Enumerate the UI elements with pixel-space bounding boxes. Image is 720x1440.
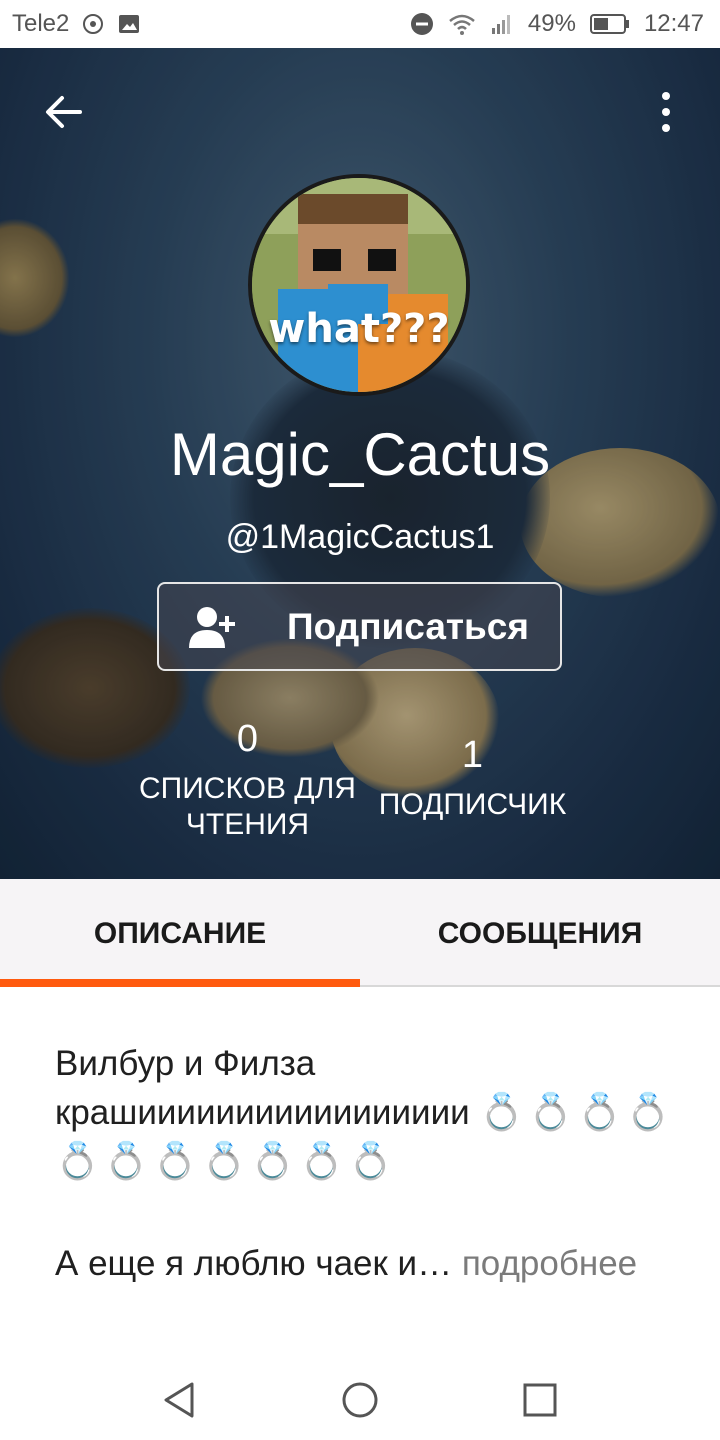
carrier-label: Tele2 [12, 10, 70, 37]
battery-icon [589, 13, 630, 35]
avatar[interactable]: what??? [248, 174, 470, 396]
follow-button[interactable]: Подписаться [157, 582, 562, 671]
nav-home-icon [342, 1382, 378, 1418]
display-name: Magic_Cactus [169, 421, 551, 488]
back-arrow-icon [46, 96, 82, 128]
gallery-icon [117, 12, 141, 36]
nav-recents-icon [523, 1383, 557, 1417]
tab-messages[interactable]: СООБЩЕНИЯ [360, 879, 720, 987]
wifi-icon [448, 12, 476, 36]
more-options-button[interactable] [648, 88, 684, 136]
status-bar: Tele2 49% 12:47 [0, 0, 720, 48]
about-text: Вилбур и Филза крашиииииииииииииииии 💍💍💍… [55, 1040, 675, 1186]
dnd-icon [410, 12, 434, 36]
hotspot-icon [81, 12, 105, 36]
back-button[interactable] [40, 88, 88, 136]
profile-tabs: ОПИСАНИЕ СООБЩЕНИЯ [0, 879, 720, 987]
nav-back-icon [164, 1382, 194, 1418]
signal-icon [490, 12, 514, 36]
username: @1MagicCactus1 [225, 518, 495, 556]
followers-count: 1 [461, 734, 484, 776]
about-line-2: А еще я люблю чаек и… [55, 1244, 453, 1283]
nav-back-button[interactable] [158, 1378, 202, 1422]
system-nav-bar [0, 1360, 720, 1440]
more-vert-icon [662, 92, 670, 132]
read-more-link[interactable]: подробнее [462, 1244, 637, 1283]
tab-about-label: ОПИСАНИЕ [93, 917, 267, 950]
tab-selected-indicator [0, 979, 360, 987]
reading-lists-count: 0 [236, 718, 259, 760]
reading-lists-label: СПИСКОВ ДЛЯ ЧТЕНИЯ [139, 772, 356, 841]
battery-percent: 49% [527, 10, 576, 37]
tab-messages-label: СООБЩЕНИЯ [437, 917, 643, 950]
reading-lists-stat[interactable]: 0 СПИСКОВ ДЛЯ ЧТЕНИЯ [130, 718, 365, 843]
about-line-2-row: А еще я люблю чаек и… подробнее [55, 1244, 637, 1284]
add-user-icon [189, 607, 235, 648]
nav-home-button[interactable] [338, 1378, 382, 1422]
followers-label: ПОДПИСЧИК [378, 788, 567, 821]
profile-header: what??? Magic_Cactus @1MagicCactus1 Подп… [0, 48, 720, 879]
about-line-1: Вилбур и Филза крашиииииииииииииииии [55, 1044, 470, 1132]
followers-stat[interactable]: 1 ПОДПИСЧИК [370, 734, 575, 823]
avatar-image [252, 178, 466, 392]
follow-button-label: Подписаться [287, 606, 529, 647]
clock: 12:47 [643, 10, 704, 37]
nav-recents-button[interactable] [518, 1378, 562, 1422]
tab-about[interactable]: ОПИСАНИЕ [0, 879, 360, 987]
avatar-caption: what??? [268, 306, 450, 352]
